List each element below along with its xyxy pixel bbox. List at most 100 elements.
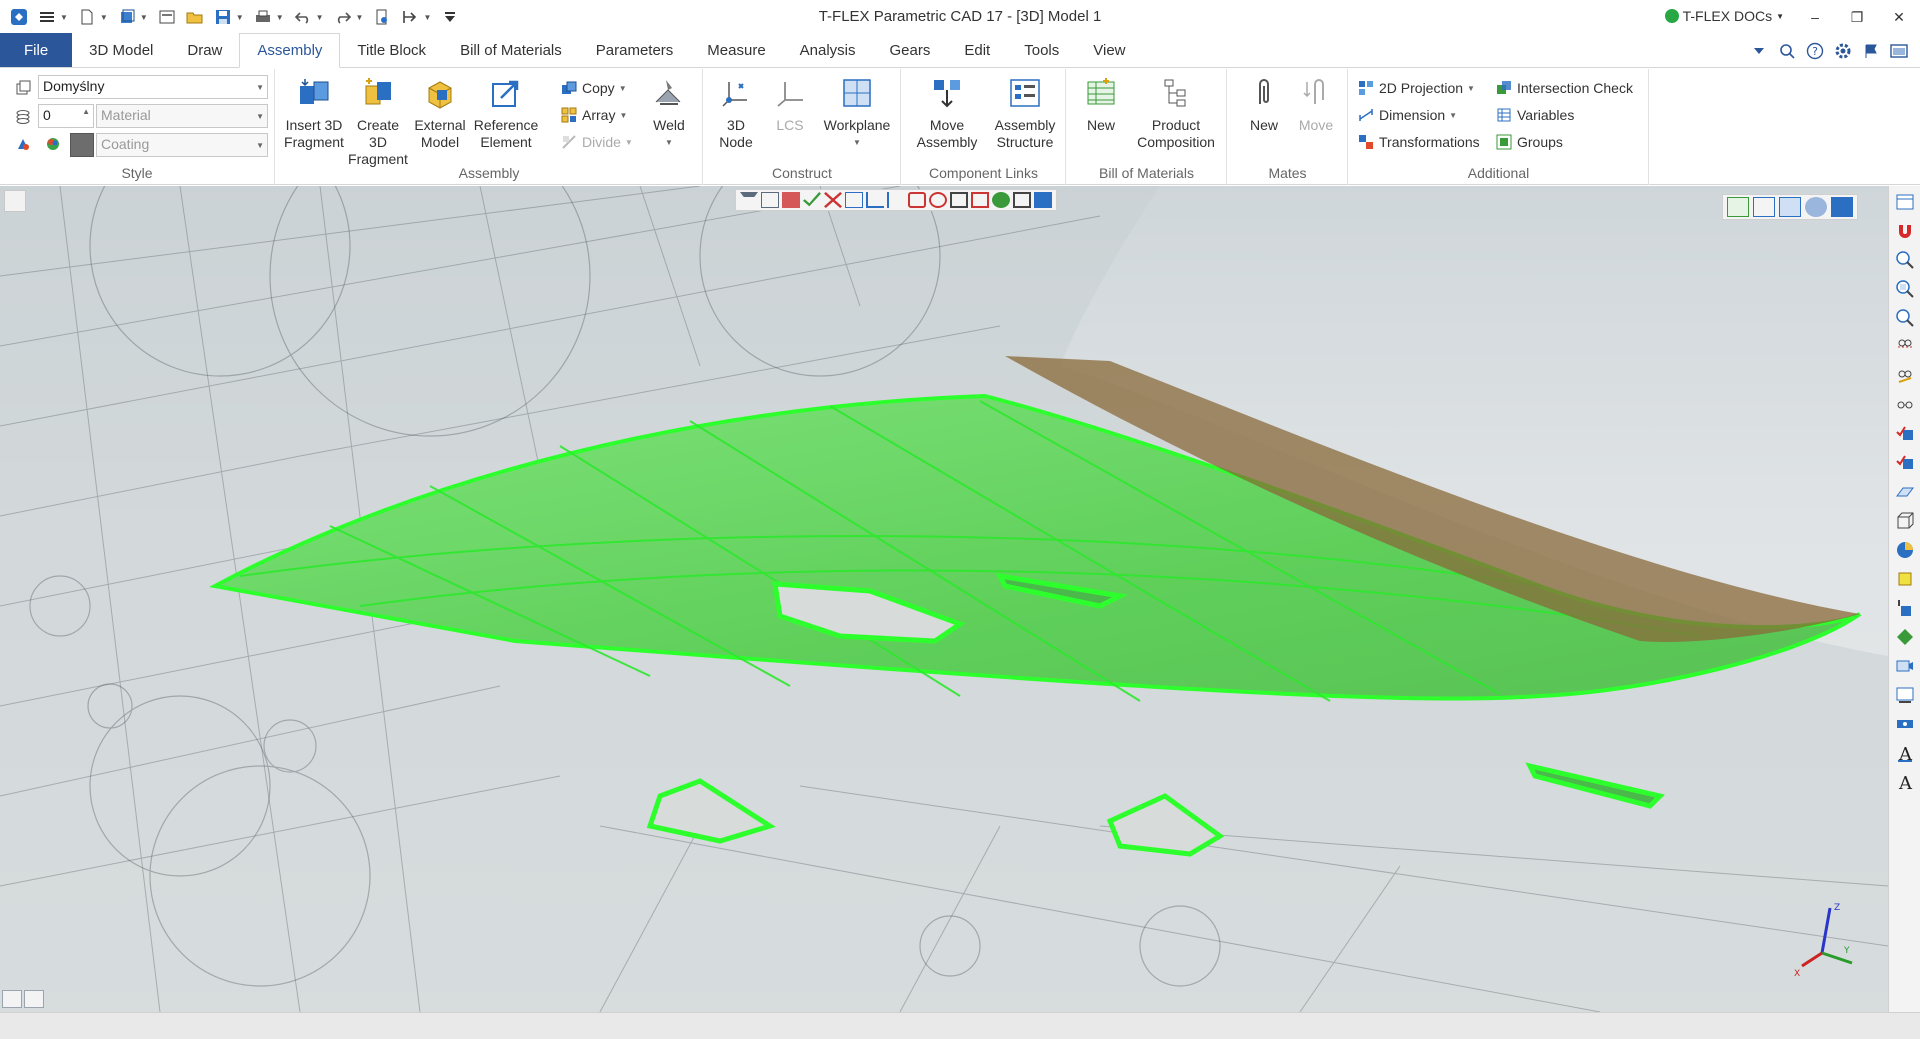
minimize-button[interactable]: – [1794, 0, 1836, 34]
new-3d-model-icon[interactable] [114, 4, 140, 30]
transformations-button[interactable]: Transformations [1357, 131, 1480, 153]
chevron-down-icon[interactable]: ▼ [423, 13, 431, 22]
tab-3d-model[interactable]: 3D Model [72, 33, 170, 67]
intersection-check-button[interactable]: Intersection Check [1495, 77, 1633, 99]
layer-select[interactable]: Domyślny ▼ [38, 75, 268, 99]
tab-parameters[interactable]: Parameters [579, 33, 691, 67]
3d-model-scene[interactable] [0, 186, 1888, 1012]
zoom-window-icon[interactable] [1892, 247, 1918, 273]
groups-button[interactable]: Groups [1495, 131, 1563, 153]
tab-edit[interactable]: Edit [947, 33, 1007, 67]
level-icon[interactable] [14, 105, 32, 127]
dimension-button[interactable]: Dimension ▼ [1357, 104, 1457, 126]
tab-measure[interactable]: Measure [690, 33, 782, 67]
select-body-icon[interactable] [908, 192, 926, 208]
page-setup-icon[interactable] [369, 4, 395, 30]
coating-select[interactable]: Coating ▼ [96, 133, 268, 157]
export-icon[interactable] [397, 4, 423, 30]
filter-clear-icon[interactable] [824, 192, 842, 208]
filter-icon[interactable] [740, 192, 758, 208]
move-mate-button[interactable]: Move [1294, 75, 1338, 134]
help-icon[interactable]: ? [1804, 40, 1826, 62]
model-tree-toggle[interactable] [4, 190, 26, 212]
tab-gears[interactable]: Gears [873, 33, 948, 67]
restore-button[interactable]: ❐ [1836, 0, 1878, 34]
magnet-icon[interactable] [1892, 218, 1918, 244]
chevron-down-icon[interactable]: ▼ [60, 13, 68, 22]
level-stepper[interactable]: 0 ▲ [38, 104, 94, 128]
select-vertex-icon[interactable] [887, 192, 905, 208]
gear-icon[interactable] [1832, 40, 1854, 62]
check-mode-icon[interactable] [1727, 197, 1749, 217]
view-options-icon[interactable] [1831, 197, 1853, 217]
print-icon[interactable] [250, 4, 276, 30]
cube-yellow-icon[interactable] [1892, 566, 1918, 592]
save-icon[interactable] [210, 4, 236, 30]
chevron-down-icon[interactable]: ▼ [356, 13, 364, 22]
copy-button[interactable]: Copy ▼ [560, 77, 627, 99]
filter-mode-icon[interactable] [782, 192, 800, 208]
redo-icon[interactable] [330, 4, 356, 30]
tab-analysis[interactable]: Analysis [783, 33, 873, 67]
sphere-shading-icon[interactable] [1892, 537, 1918, 563]
workplane-button[interactable]: Workplane ▼ [820, 75, 894, 151]
select-sheet-icon[interactable] [971, 192, 989, 208]
select-fragment-icon[interactable] [992, 192, 1010, 208]
2d-projection-button[interactable]: 2D Projection ▼ [1357, 77, 1475, 99]
chevron-down-icon[interactable]: ▼ [100, 13, 108, 22]
app-logo-icon[interactable] [6, 4, 32, 30]
text-icon[interactable]: A [1892, 769, 1918, 795]
lighting-icon[interactable] [1892, 595, 1918, 621]
window-layout-icon[interactable] [1888, 40, 1910, 62]
new-bom-button[interactable]: New [1081, 75, 1121, 134]
create-3d-fragment-button[interactable]: Create 3D Fragment [348, 75, 408, 168]
cube-wireframe-icon[interactable] [1892, 508, 1918, 534]
section-plane-icon[interactable] [1892, 479, 1918, 505]
color-swatch[interactable] [70, 133, 94, 157]
open-folder-icon[interactable] [182, 4, 208, 30]
filter-options-icon[interactable] [761, 192, 779, 208]
template-icon[interactable] [154, 4, 180, 30]
chevron-down-icon[interactable]: ▼ [276, 13, 284, 22]
window-tile-icon[interactable] [1892, 189, 1918, 215]
chevron-down-icon[interactable]: ▼ [316, 13, 324, 22]
material-render-icon[interactable] [1892, 624, 1918, 650]
3d-viewport[interactable]: Y X Z [0, 186, 1888, 1012]
new-mate-button[interactable]: New [1244, 75, 1284, 134]
zoom-extents-icon[interactable] [1892, 276, 1918, 302]
material-select[interactable]: Material ▼ [96, 104, 268, 128]
camera-view-icon[interactable] [1892, 653, 1918, 679]
tab-file[interactable]: File [0, 33, 73, 67]
undo-icon[interactable] [290, 4, 316, 30]
weld-button[interactable]: Weld ▼ [646, 75, 692, 151]
chevron-down-icon[interactable]: ▼ [140, 13, 148, 22]
glasses-icon[interactable] [1892, 392, 1918, 418]
select-face-icon[interactable] [845, 192, 863, 208]
select-element-icon[interactable] [1013, 192, 1031, 208]
insert-3d-fragment-button[interactable]: Insert 3D Fragment [284, 75, 344, 151]
chevron-down-icon[interactable]: ▼ [236, 13, 244, 22]
close-button[interactable]: ✕ [1878, 0, 1920, 34]
select-edge-icon[interactable] [866, 192, 884, 208]
divide-button[interactable]: Divide ▼ [560, 131, 633, 153]
ribbon-options-icon[interactable] [1748, 40, 1770, 62]
tab-assembly[interactable]: Assembly [239, 33, 341, 68]
section-mode-icon[interactable] [1753, 197, 1775, 217]
select-operation-icon[interactable] [929, 192, 947, 208]
assembly-structure-button[interactable]: Assembly Structure [990, 75, 1060, 151]
3d-node-button[interactable]: 3D Node [714, 75, 758, 151]
tab-view[interactable]: View [1076, 33, 1142, 67]
filter-check-icon[interactable] [803, 192, 821, 207]
color-circle-icon[interactable] [44, 133, 62, 155]
select-all-icon[interactable] [1034, 192, 1052, 208]
tab-title-block[interactable]: Title Block [340, 33, 443, 67]
move-assembly-button[interactable]: Move Assembly [912, 75, 982, 151]
stepper-up-icon[interactable]: ▲ [82, 107, 90, 116]
tab-draw[interactable]: Draw [170, 33, 239, 67]
projection-view-icon[interactable] [1892, 711, 1918, 737]
menu-icon[interactable] [34, 4, 60, 30]
new-document-icon[interactable] [74, 4, 100, 30]
tab-bill-of-materials[interactable]: Bill of Materials [443, 33, 579, 67]
array-button[interactable]: Array ▼ [560, 104, 627, 126]
check-body-icon[interactable] [1892, 450, 1918, 476]
